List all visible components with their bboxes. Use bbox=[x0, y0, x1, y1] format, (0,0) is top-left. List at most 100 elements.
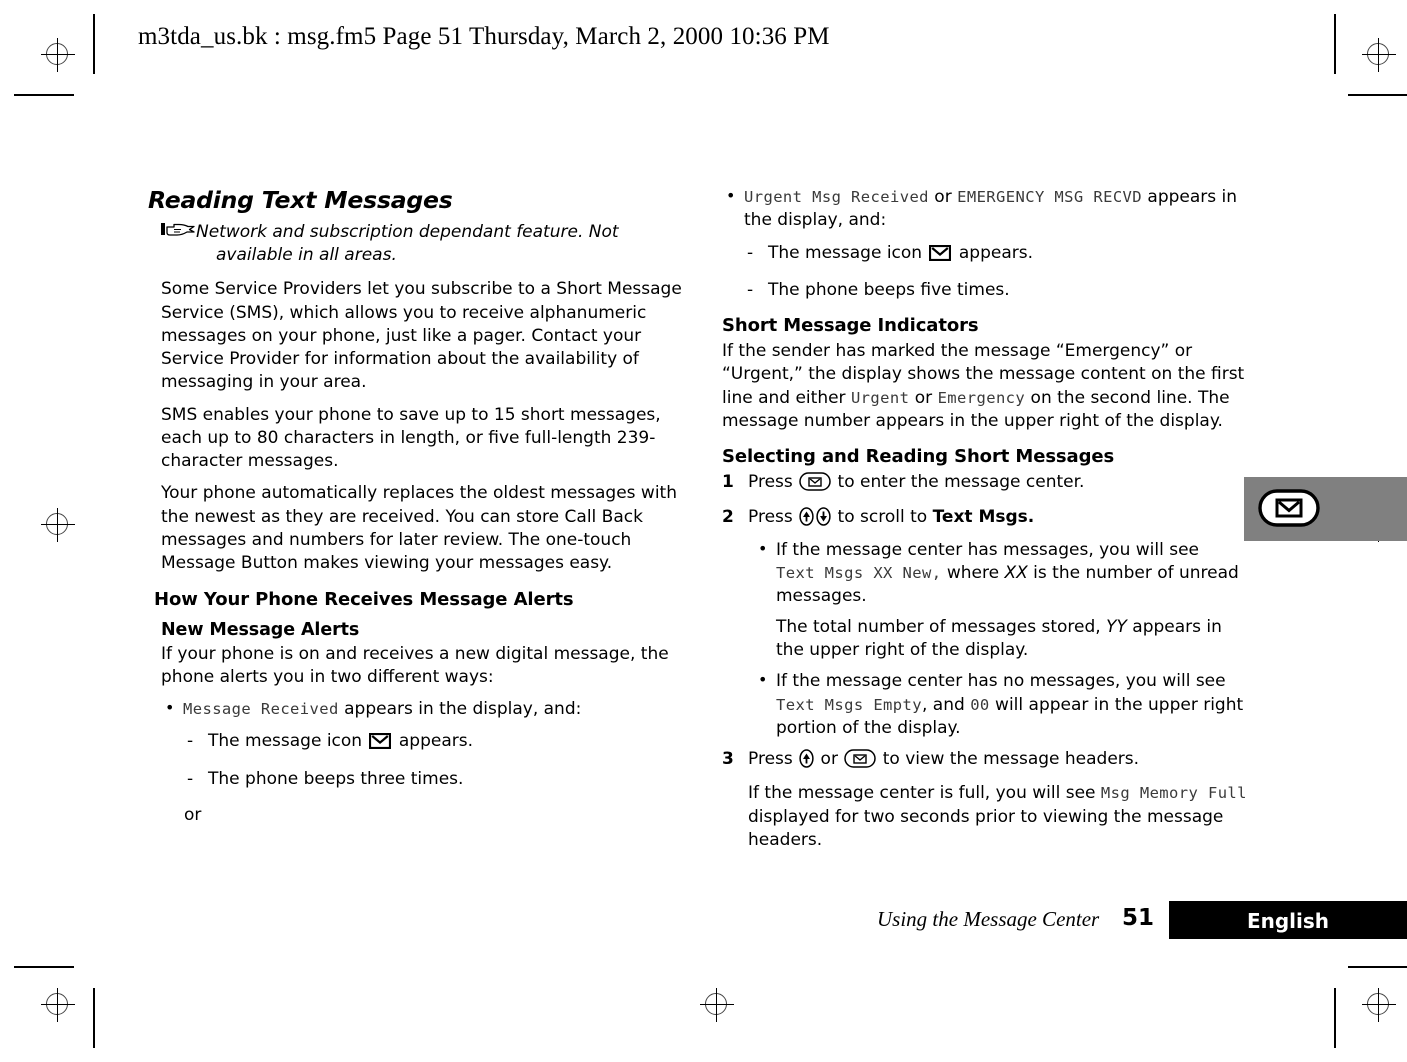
variable-yy: YY bbox=[1106, 616, 1127, 637]
left-column: Reading Text Messages Network and subscr… bbox=[148, 186, 693, 825]
page-title: Reading Text Messages bbox=[148, 186, 453, 214]
lcd-text-emergency-msg-recvd: EMERGENCY MSG RECVD bbox=[957, 188, 1143, 206]
step2-bullet1-mid: where bbox=[941, 563, 1005, 584]
variable-xx: XX bbox=[1004, 563, 1028, 584]
scroll-key-icon bbox=[799, 749, 814, 775]
step2-pre-text: Press bbox=[748, 506, 799, 527]
crop-mark-bottom-left-horizontal bbox=[14, 966, 74, 968]
crop-mark-bottom-right-vertical bbox=[1334, 988, 1336, 1048]
step3-para-post: displayed for two seconds prior to viewi… bbox=[748, 806, 1224, 850]
step-3: 3 Press or to view the message headers. I… bbox=[722, 748, 1250, 852]
bullet-list-new-alerts: Message Received appears in the display,… bbox=[161, 697, 693, 721]
scroll-down-key-icon bbox=[816, 506, 831, 533]
step2-bold-text: Text Msgs. bbox=[932, 506, 1035, 527]
message-key-icon bbox=[1258, 489, 1320, 531]
lcd-text-text-msgs-xx-new: Text Msgs XX New, bbox=[776, 564, 942, 583]
step3-para-pre: If the message center is full, you will … bbox=[748, 783, 1101, 804]
dash-icon-post-text: appears. bbox=[953, 242, 1034, 263]
registration-mark-top-right bbox=[1362, 38, 1396, 72]
step-number: 2 bbox=[722, 506, 734, 527]
pointing-hand-icon bbox=[161, 221, 195, 245]
dash-list-urgent-alerts: The message icon appears. The phone beep… bbox=[744, 242, 1250, 303]
step2-bullet-list: If the message center has messages, you … bbox=[754, 538, 1250, 740]
or-connector: or bbox=[184, 805, 202, 825]
page-number: 51 bbox=[1122, 905, 1155, 931]
dash-icon-pre-text: The message icon bbox=[208, 731, 368, 752]
dash-icon-post-text: appears. bbox=[393, 731, 474, 752]
step2-bullet2-mid: , and bbox=[921, 694, 971, 715]
step2-bullet1-pre: If the message center has messages, you … bbox=[776, 539, 1200, 560]
bullet-list-urgent-alerts: Urgent Msg Received or EMERGENCY MSG REC… bbox=[722, 185, 1250, 233]
footer-chapter-title: Using the Message Center bbox=[877, 907, 1100, 931]
crop-mark-top-left-vertical bbox=[93, 14, 95, 74]
registration-mark-bottom-left bbox=[41, 988, 75, 1022]
list-item: If the message center has no messages, y… bbox=[754, 669, 1250, 740]
paragraph-sms-intro: Some Service Providers let you subscribe… bbox=[161, 279, 682, 393]
registration-mark-bottom-center bbox=[700, 988, 734, 1022]
list-item: The phone beeps five times. bbox=[744, 279, 1250, 303]
registration-mark-top-left bbox=[41, 38, 75, 72]
step3-pre-text: Press bbox=[748, 749, 799, 770]
step-number: 1 bbox=[722, 472, 734, 493]
heading-how-phone-receives-alerts: How Your Phone Receives Message Alerts bbox=[154, 588, 574, 610]
step2-subparagraph: The total number of messages stored, YY … bbox=[776, 616, 1250, 663]
lcd-text-msg-memory-full: Msg Memory Full bbox=[1100, 784, 1247, 803]
step3-post-text: to view the message headers. bbox=[877, 749, 1140, 770]
dash-beeps-text: The phone beeps three times. bbox=[208, 768, 464, 789]
list-item: The message icon appears. bbox=[184, 730, 693, 756]
step2-subpara-pre: The total number of messages stored, bbox=[776, 616, 1107, 637]
lcd-text-message-received: Message Received bbox=[183, 700, 339, 719]
running-header: m3tda_us.bk : msg.fm5 Page 51 Thursday, … bbox=[138, 23, 830, 50]
lcd-text-zero-zero: 00 bbox=[970, 695, 990, 714]
paragraph-new-alerts-intro: If your phone is on and receives a new d… bbox=[161, 643, 669, 687]
note-callout: Network and subscription dependant featu… bbox=[161, 221, 693, 267]
heading-selecting-reading-short-messages: Selecting and Reading Short Messages bbox=[722, 446, 1115, 468]
dash-list-new-alerts: The message icon appears. The phone beep… bbox=[184, 730, 693, 791]
registration-mark-left-middle bbox=[41, 508, 75, 542]
step1-post-text: to enter the message center. bbox=[832, 472, 1085, 493]
list-item: The phone beeps three times. bbox=[184, 768, 693, 792]
crop-mark-bottom-right-horizontal bbox=[1348, 966, 1407, 968]
lcd-text-text-msgs-empty: Text Msgs Empty bbox=[776, 695, 922, 714]
step3-paragraph: If the message center is full, you will … bbox=[748, 782, 1250, 852]
dash-beeps-text: The phone beeps five times. bbox=[768, 279, 1010, 300]
paragraph-indicators: If the sender has marked the message “Em… bbox=[722, 340, 1250, 433]
list-item: If the message center has messages, you … bbox=[754, 538, 1250, 663]
crop-mark-top-left-horizontal bbox=[14, 94, 74, 96]
right-column: Urgent Msg Received or EMERGENCY MSG REC… bbox=[722, 185, 1250, 859]
crop-mark-bottom-left-vertical bbox=[93, 988, 95, 1048]
crop-mark-top-right-vertical bbox=[1334, 14, 1336, 74]
heading-new-message-alerts: New Message Alerts bbox=[161, 619, 360, 640]
bullet-or-text: or bbox=[928, 187, 958, 207]
list-item: Urgent Msg Received or EMERGENCY MSG REC… bbox=[722, 185, 1250, 233]
side-thumb-tab bbox=[1244, 477, 1407, 541]
paragraph-sms-replace: Your phone automatically replaces the ol… bbox=[161, 483, 678, 574]
step-number: 3 bbox=[722, 749, 734, 770]
lcd-text-urgent: Urgent bbox=[850, 388, 910, 407]
heading-short-message-indicators: Short Message Indicators bbox=[722, 315, 979, 337]
dash-icon-pre-text: The message icon bbox=[768, 242, 928, 263]
step2-mid-text: to scroll to bbox=[832, 506, 933, 527]
lcd-text-urgent-msg-received: Urgent Msg Received bbox=[744, 188, 929, 206]
step2-bullet2-pre: If the message center has no messages, y… bbox=[776, 671, 1226, 692]
list-item: Message Received appears in the display,… bbox=[161, 697, 693, 721]
lcd-text-emergency: Emergency bbox=[937, 388, 1026, 407]
bullet-tail-text: appears in the display, and: bbox=[338, 699, 582, 720]
message-key-icon bbox=[844, 749, 877, 775]
language-label: English bbox=[1246, 909, 1330, 933]
crop-mark-top-right-horizontal bbox=[1348, 94, 1407, 96]
message-key-icon bbox=[799, 472, 831, 498]
envelope-icon bbox=[929, 244, 952, 268]
language-bar: English bbox=[1169, 901, 1407, 939]
list-item: The message icon appears. bbox=[744, 242, 1250, 268]
step-1: 1 Press to enter the message center. bbox=[722, 471, 1250, 498]
indicators-or-text: or bbox=[909, 387, 938, 408]
steps-list: 1 Press to enter the message center. 2 Pre… bbox=[722, 471, 1250, 852]
note-text: Network and subscription dependant featu… bbox=[196, 222, 619, 266]
step3-or-text: or bbox=[815, 749, 844, 770]
registration-mark-bottom-right bbox=[1362, 988, 1396, 1022]
step1-pre-text: Press bbox=[748, 472, 799, 493]
step-2: 2 Press to scroll to Text Msgs. If the me… bbox=[722, 506, 1250, 741]
paragraph-sms-capacity: SMS enables your phone to save up to 15 … bbox=[161, 404, 661, 472]
scroll-up-key-icon bbox=[799, 506, 814, 533]
